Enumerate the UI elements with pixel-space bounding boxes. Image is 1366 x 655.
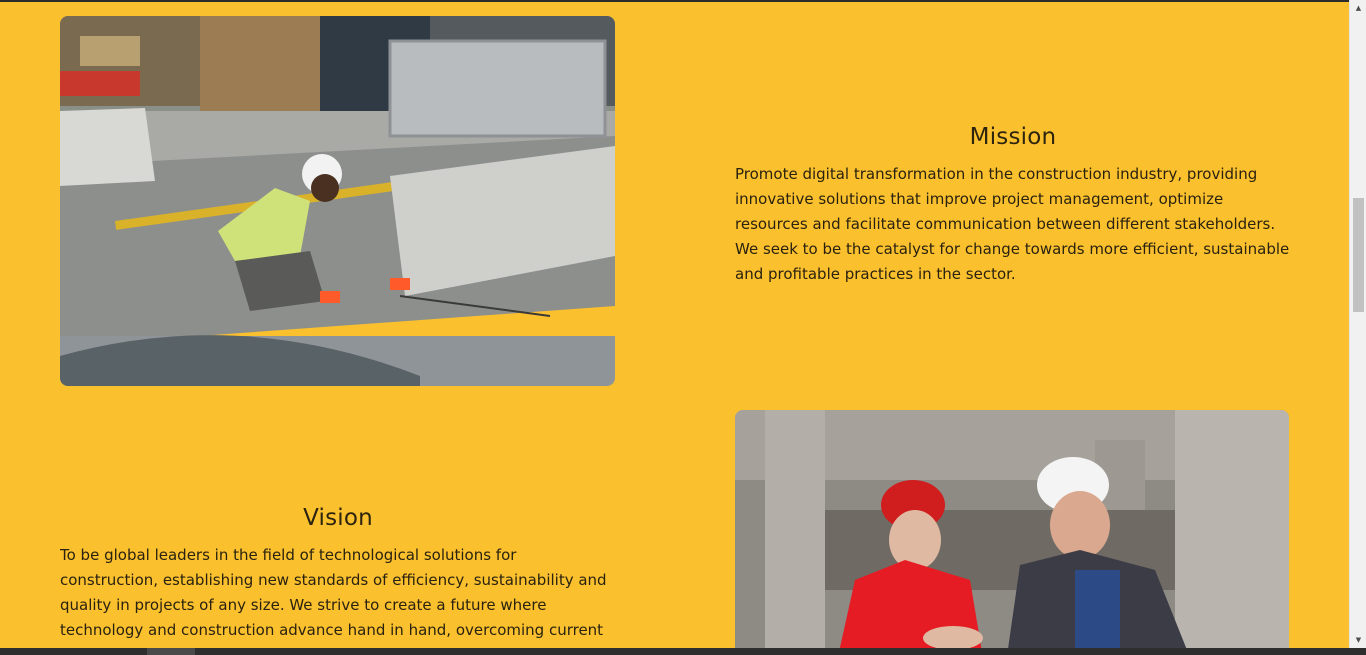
scrollbar-thumb[interactable] <box>1353 198 1364 312</box>
vision-section: Vision To be global leaders in the field… <box>60 505 616 648</box>
horizontal-scrollbar[interactable] <box>0 648 1366 655</box>
scroll-down-icon[interactable]: ▼ <box>1350 632 1366 648</box>
scroll-up-icon[interactable]: ▲ <box>1350 0 1366 16</box>
mission-title: Mission <box>969 124 1057 150</box>
vision-text: To be global leaders in the field of tec… <box>60 546 607 648</box>
horizontal-scrollbar-thumb[interactable] <box>147 648 195 655</box>
mission-photo <box>60 16 615 386</box>
mission-section: Mission Promote digital transformation i… <box>735 124 1291 287</box>
vision-title: Vision <box>303 505 373 531</box>
vision-photo <box>735 410 1289 648</box>
page-content: Mission Promote digital transformation i… <box>0 0 1349 648</box>
mission-text: Promote digital transformation in the co… <box>735 165 1290 283</box>
vertical-scrollbar[interactable]: ▲ ▼ <box>1349 0 1366 648</box>
